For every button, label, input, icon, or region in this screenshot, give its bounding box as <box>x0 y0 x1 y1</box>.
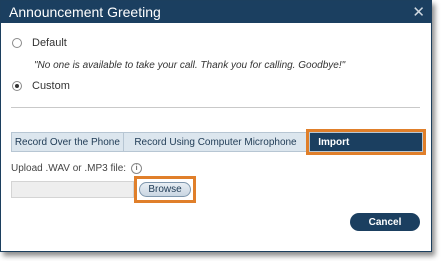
tab-record-over-phone[interactable]: Record Over the Phone <box>11 132 124 152</box>
upload-file-label: Upload .WAV or .MP3 file: i <box>11 163 143 174</box>
announcement-greeting-dialog: Announcement Greeting ✕ Default "No one … <box>0 0 432 252</box>
dialog-titlebar: Announcement Greeting ✕ <box>1 1 431 23</box>
tab-record-computer-microphone[interactable]: Record Using Computer Microphone <box>123 132 309 152</box>
file-path-field[interactable] <box>11 181 134 198</box>
cancel-button[interactable]: Cancel <box>350 213 420 231</box>
browse-highlight: Browse <box>134 176 196 203</box>
info-icon[interactable]: i <box>131 163 143 174</box>
radio-default[interactable] <box>12 38 22 48</box>
radio-default-label: Default <box>32 37 67 49</box>
radio-custom[interactable] <box>12 81 22 91</box>
dialog-title: Announcement Greeting <box>9 4 161 20</box>
upload-label-text: Upload .WAV or .MP3 file: <box>11 163 127 174</box>
default-greeting-message: "No one is available to take your call. … <box>34 60 346 71</box>
browse-button[interactable]: Browse <box>139 182 191 197</box>
radio-option-custom[interactable]: Custom <box>12 80 70 92</box>
radio-option-default[interactable]: Default <box>12 37 67 49</box>
radio-custom-label: Custom <box>32 80 70 92</box>
section-divider <box>11 107 420 108</box>
close-icon[interactable]: ✕ <box>412 4 425 20</box>
tab-import[interactable]: Import <box>306 129 426 155</box>
recording-method-tabs: Record Over the Phone Record Using Compu… <box>11 129 426 155</box>
